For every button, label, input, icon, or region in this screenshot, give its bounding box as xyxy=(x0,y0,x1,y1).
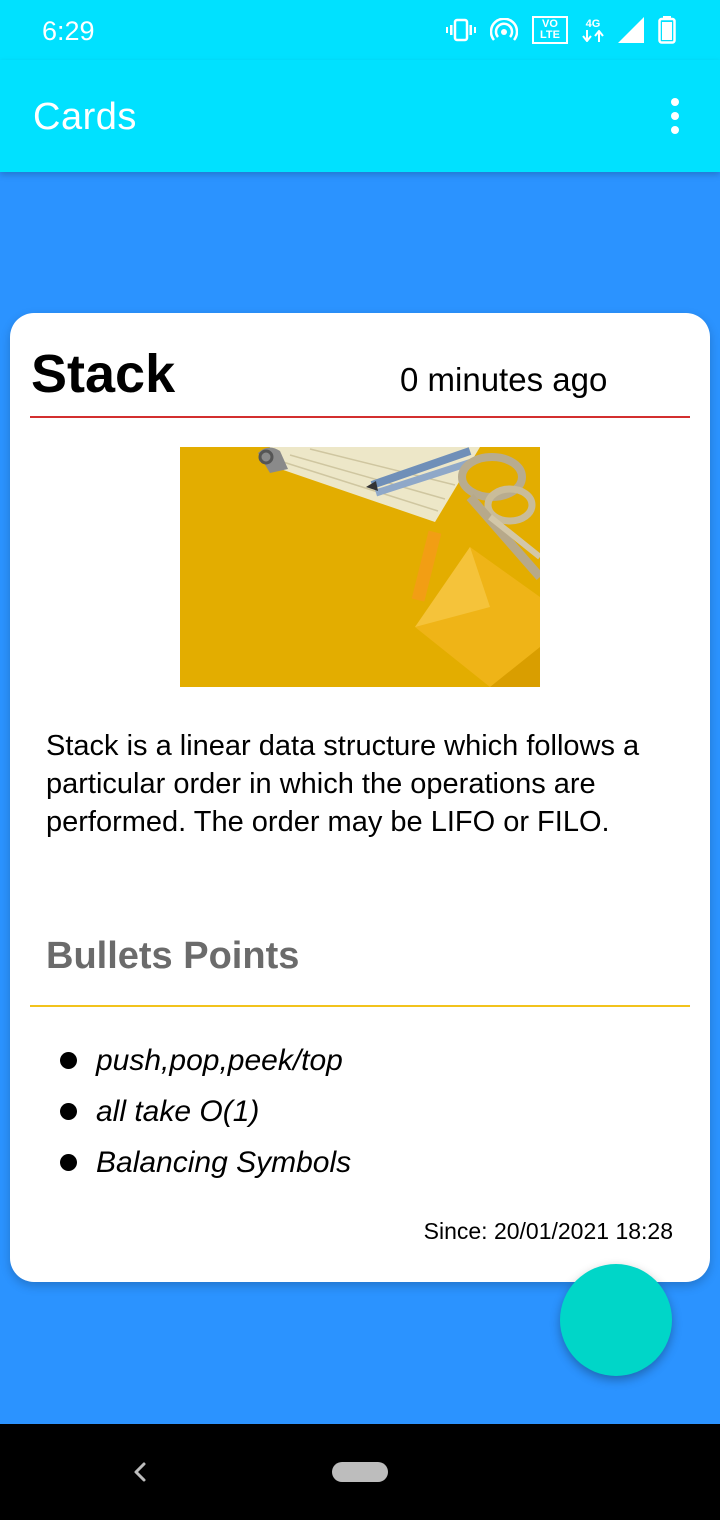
since-timestamp: Since: 20/01/2021 18:28 xyxy=(423,1218,673,1244)
list-item: Balancing Symbols xyxy=(60,1137,351,1188)
overflow-dot xyxy=(671,126,679,134)
bullet-dot-icon xyxy=(60,1052,77,1069)
bullets-divider xyxy=(30,1005,690,1007)
bullet-text: push,pop,peek/top xyxy=(96,1043,343,1077)
volte-bottom-label: LTE xyxy=(540,29,560,41)
bullet-dot-icon xyxy=(60,1103,77,1120)
status-icons: VO LTE 4G xyxy=(446,14,676,46)
overflow-dot xyxy=(671,98,679,106)
floating-action-button[interactable] xyxy=(560,1264,672,1376)
bullets-heading: Bullets Points xyxy=(46,935,300,977)
title-divider xyxy=(30,416,690,418)
more-vert-icon[interactable] xyxy=(660,98,690,134)
battery-icon xyxy=(658,16,676,44)
bullet-text: Balancing Symbols xyxy=(96,1145,352,1179)
data-arrows-icon xyxy=(582,29,604,42)
list-item: all take O(1) xyxy=(60,1086,351,1137)
app-bar: Cards xyxy=(0,60,720,172)
signal-icon xyxy=(618,17,644,43)
back-icon[interactable] xyxy=(128,1458,152,1486)
card-time-ago: 0 minutes ago xyxy=(400,361,608,398)
card-title: Stack xyxy=(31,344,176,404)
app-title: Cards xyxy=(33,96,137,138)
navigation-bar xyxy=(0,1424,720,1520)
volte-icon: VO LTE xyxy=(532,16,568,44)
status-time: 6:29 xyxy=(42,16,95,46)
list-item: push,pop,peek/top xyxy=(60,1035,351,1086)
overflow-dot xyxy=(671,112,679,120)
network-4g-icon: 4G xyxy=(582,17,604,42)
bullet-dot-icon xyxy=(60,1154,77,1171)
status-bar: 6:29 VO LTE 4G xyxy=(0,0,720,60)
stack-card[interactable]: Stack 0 minutes ago Stack is a linear da… xyxy=(10,313,710,1282)
bullet-text: all take O(1) xyxy=(96,1094,260,1128)
vibrate-icon xyxy=(446,18,476,42)
card-image xyxy=(180,447,540,687)
hotspot-icon xyxy=(490,18,518,41)
network-type-label: 4G xyxy=(585,17,601,30)
home-pill-icon[interactable] xyxy=(332,1462,388,1482)
bullet-list: push,pop,peek/top all take O(1) Balancin… xyxy=(60,1035,351,1188)
stationery-illustration xyxy=(180,447,540,687)
card-description: Stack is a linear data structure which f… xyxy=(46,730,640,838)
